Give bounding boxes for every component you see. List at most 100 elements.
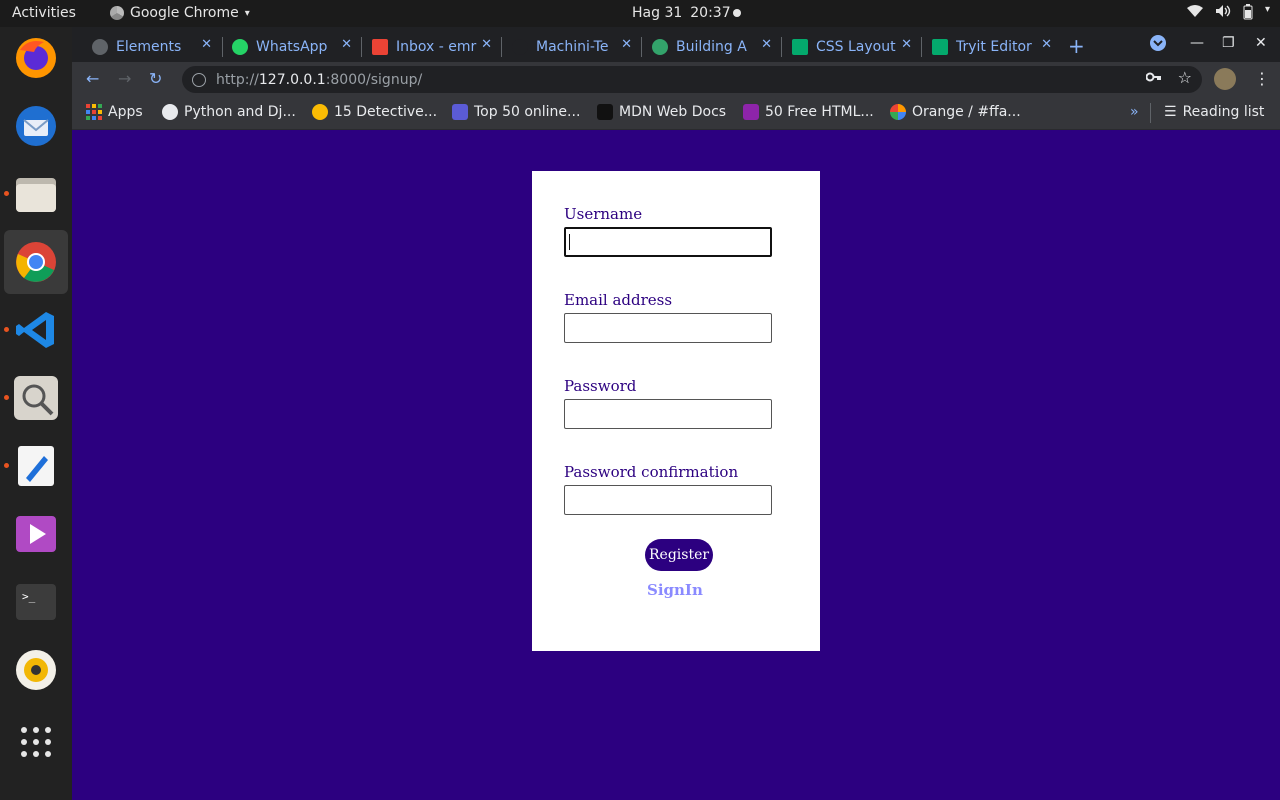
tab-whatsapp[interactable]: WhatsApp ✕: [232, 31, 352, 62]
bookmarks-bar: Apps Python and Dj... 15 Detective... To…: [72, 97, 1280, 130]
chrome-mini-icon: [110, 6, 124, 20]
page-viewport: Username Email address Password Password…: [72, 130, 1280, 800]
terminal-icon[interactable]: >_: [11, 577, 61, 627]
clock[interactable]: Hag 31 20:37: [632, 5, 731, 21]
w3schools-icon: [932, 38, 948, 55]
bookmark-label: Python and Dj...: [184, 104, 296, 120]
files-icon[interactable]: [11, 169, 61, 219]
register-button[interactable]: Register: [645, 539, 714, 571]
avatar[interactable]: [1214, 68, 1236, 90]
close-icon[interactable]: ✕: [621, 37, 632, 52]
tab-separator: [921, 37, 922, 57]
running-indicator: [4, 327, 9, 332]
info-icon[interactable]: [192, 72, 206, 87]
activities-button[interactable]: Activities: [12, 5, 76, 21]
bookmark-apps[interactable]: Apps: [86, 104, 143, 120]
app-menu[interactable]: Google Chrome ▾: [110, 5, 250, 21]
close-icon[interactable]: ✕: [341, 37, 352, 52]
bookmark-label: Orange / #ffa...: [912, 104, 1021, 120]
reload-icon[interactable]: ↻: [149, 69, 162, 88]
signin-link[interactable]: SignIn: [647, 581, 703, 599]
bookmark-top-50[interactable]: Top 50 online...: [452, 104, 580, 120]
bookmark-favicon-icon: [452, 104, 468, 120]
tab-elements[interactable]: Elements ✕: [92, 31, 212, 62]
firefox-icon[interactable]: [11, 33, 61, 83]
time-text: 20:37: [690, 5, 731, 21]
new-tab-plus-icon[interactable]: +: [1068, 34, 1085, 58]
w3schools-icon: [792, 38, 808, 55]
password-confirmation-label: Password confirmation: [564, 463, 739, 481]
running-indicator: [4, 191, 9, 196]
rhythmbox-icon[interactable]: [11, 645, 61, 695]
tab-title: Elements: [116, 38, 182, 55]
tab-title: WhatsApp: [256, 38, 328, 55]
chrome-icon[interactable]: [4, 230, 68, 294]
svg-text:>_: >_: [22, 590, 36, 603]
media-player-icon[interactable]: [11, 509, 61, 559]
tab-tryit-editor[interactable]: Tryit Editor ✕: [932, 31, 1052, 62]
password-confirmation-input[interactable]: [564, 485, 772, 515]
status-area[interactable]: ▾: [1186, 4, 1270, 24]
tab-css-layout[interactable]: CSS Layout ✕: [792, 31, 912, 62]
bookmark-label: MDN Web Docs: [619, 104, 727, 120]
more-bookmarks-chevron-icon[interactable]: »: [1130, 104, 1139, 120]
wifi-icon: [1186, 4, 1203, 24]
bookmark-mdn[interactable]: MDN Web Docs: [597, 104, 726, 120]
app-grid-icon[interactable]: [11, 717, 61, 767]
close-icon[interactable]: ✕: [201, 37, 212, 52]
thunderbird-icon[interactable]: [11, 101, 61, 151]
signup-card: Username Email address Password Password…: [532, 171, 820, 651]
tab-title: Machini-Te: [536, 38, 609, 55]
tab-inbox[interactable]: Inbox - emr ✕: [372, 31, 492, 62]
bookmark-star-icon[interactable]: ☆: [1178, 68, 1192, 87]
close-icon[interactable]: ✕: [901, 37, 912, 52]
bookmark-orange[interactable]: Orange / #ffa...: [890, 104, 1021, 120]
key-icon[interactable]: [1145, 70, 1162, 88]
magnifier-icon[interactable]: [11, 373, 61, 423]
bookmark-label: Apps: [108, 104, 143, 120]
back-arrow-icon[interactable]: ←: [86, 69, 99, 88]
username-label: Username: [564, 205, 643, 223]
password-input[interactable]: [564, 399, 772, 429]
url-path: :8000/signup/: [325, 71, 423, 88]
bookmark-python-django[interactable]: Python and Dj...: [162, 104, 296, 120]
python-icon: [652, 38, 668, 55]
close-icon[interactable]: ✕: [481, 37, 492, 52]
address-bar[interactable]: http://127.0.0.1:8000/signup/ ☆: [182, 66, 1202, 93]
color-hex-icon: [890, 104, 906, 120]
close-window-icon[interactable]: ✕: [1255, 35, 1267, 51]
tab-separator: [501, 37, 502, 57]
browser-toolbar: ← → ↻ http://127.0.0.1:8000/signup/ ☆ ⋮: [72, 62, 1280, 97]
kebab-menu-icon[interactable]: ⋮: [1254, 69, 1270, 88]
tab-machini[interactable]: Machini-Te ✕: [512, 31, 632, 62]
bookmark-free-html[interactable]: 50 Free HTML...: [743, 104, 874, 120]
username-input[interactable]: [564, 227, 772, 257]
close-icon[interactable]: ✕: [1041, 37, 1052, 52]
minimize-icon[interactable]: —: [1190, 35, 1204, 51]
reading-list-button[interactable]: ☰ Reading list: [1164, 104, 1264, 120]
url-scheme: http://: [216, 71, 259, 88]
email-input[interactable]: [564, 313, 772, 343]
url-text: http://127.0.0.1:8000/signup/: [216, 72, 422, 88]
reading-list-icon: ☰: [1164, 104, 1177, 120]
bookmark-favicon-icon: [162, 104, 178, 120]
tab-title: Building A: [676, 38, 747, 55]
tab-building[interactable]: Building A ✕: [652, 31, 772, 62]
tab-title: Inbox - emr: [396, 38, 477, 55]
text-editor-icon[interactable]: [11, 441, 61, 491]
vscode-icon[interactable]: [11, 305, 61, 355]
tab-separator: [781, 37, 782, 57]
restore-icon[interactable]: ❐: [1222, 35, 1235, 51]
close-icon[interactable]: ✕: [761, 37, 772, 52]
caret-down-icon: ▾: [244, 7, 250, 19]
tab-title: CSS Layout: [816, 38, 896, 55]
bookmark-label: 15 Detective...: [334, 104, 438, 120]
bookmark-label: 50 Free HTML...: [765, 104, 874, 120]
tab-search-icon[interactable]: [1150, 35, 1166, 55]
app-name: Google Chrome: [130, 5, 239, 21]
bookmark-detective[interactable]: 15 Detective...: [312, 104, 437, 120]
bulb-icon: [312, 104, 328, 120]
bookmark-label: Top 50 online...: [474, 104, 581, 120]
forward-arrow-icon[interactable]: →: [118, 69, 131, 88]
password-label: Password: [564, 377, 637, 395]
